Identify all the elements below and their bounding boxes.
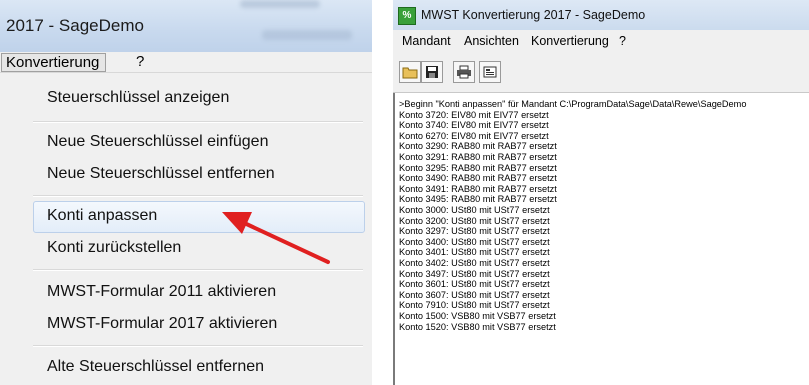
menu-konvertierung[interactable]: Konvertierung <box>531 30 609 52</box>
log-line: Konto 3297: USt80 mit USt77 ersetzt <box>399 226 550 237</box>
log-line: Konto 3740: EIV80 mit EIV77 ersetzt <box>399 120 549 131</box>
red-arrow-annotation <box>222 212 330 264</box>
log-line: Konto 6270: EIV80 mit EIV77 ersetzt <box>399 130 549 141</box>
log-line: Konto 3491: RAB80 mit RAB77 ersetzt <box>399 183 557 194</box>
log-line: Konto 3607: USt80 mit USt77 ersetzt <box>399 289 550 300</box>
window-title: MWST Konvertierung 2017 - SageDemo <box>421 8 646 22</box>
menu-ansichten[interactable]: Ansichten <box>464 30 519 52</box>
konvertierung-menu-panel: 2017 - SageDemo Konvertierung ? Steuersc… <box>0 0 372 385</box>
log-line: >Beginn "Konti anpassen" für Mandant C:\… <box>399 99 747 109</box>
toolbar <box>393 52 809 93</box>
log-line: Konto 3200: USt80 mit USt77 ersetzt <box>399 215 550 226</box>
open-folder-icon[interactable] <box>399 61 421 83</box>
log-line: Konto 3295: RAB80 mit RAB77 ersetzt <box>399 162 557 173</box>
right-title-bar: % MWST Konvertierung 2017 - SageDemo <box>393 0 809 30</box>
print-icon[interactable] <box>453 61 475 83</box>
properties-icon[interactable] <box>479 61 501 83</box>
log-line: Konto 1520: VSB80 mit VSB77 ersetzt <box>399 321 556 332</box>
log-line: Konto 3400: USt80 mit USt77 ersetzt <box>399 236 550 247</box>
log-line: Konto 3601: USt80 mit USt77 ersetzt <box>399 279 550 290</box>
log-line: Konto 3720: EIV80 mit EIV77 ersetzt <box>399 109 549 120</box>
app-icon: % <box>398 7 416 25</box>
log-line: Konto 3497: USt80 mit USt77 ersetzt <box>399 268 550 279</box>
save-icon[interactable] <box>421 61 443 83</box>
right-menu-bar: Mandant Ansichten Konvertierung ? <box>393 30 809 52</box>
mwst-konvertierung-window: % MWST Konvertierung 2017 - SageDemo Man… <box>393 0 809 385</box>
log-line: Konto 3000: USt80 mit USt77 ersetzt <box>399 205 550 215</box>
log-line: Konto 3401: USt80 mit USt77 ersetzt <box>399 247 550 258</box>
menu-help[interactable]: ? <box>619 30 626 52</box>
log-line: Konto 3291: RAB80 mit RAB77 ersetzt <box>399 152 557 162</box>
log-line: Konto 7910: USt80 mit USt77 ersetzt <box>399 300 550 311</box>
log-line: Konto 3490: RAB80 mit RAB77 ersetzt <box>399 173 557 184</box>
log-line: Konto 3290: RAB80 mit RAB77 ersetzt <box>399 141 557 152</box>
log-line: Konto 3402: USt80 mit USt77 ersetzt <box>399 258 550 268</box>
log-line: Konto 3495: RAB80 mit RAB77 ersetzt <box>399 194 557 205</box>
log-output-area: >Beginn "Konti anpassen" für Mandant C:\… <box>393 93 809 385</box>
menu-mandant[interactable]: Mandant <box>402 30 451 52</box>
log-line: Konto 1500: VSB80 mit VSB77 ersetzt <box>399 311 556 321</box>
